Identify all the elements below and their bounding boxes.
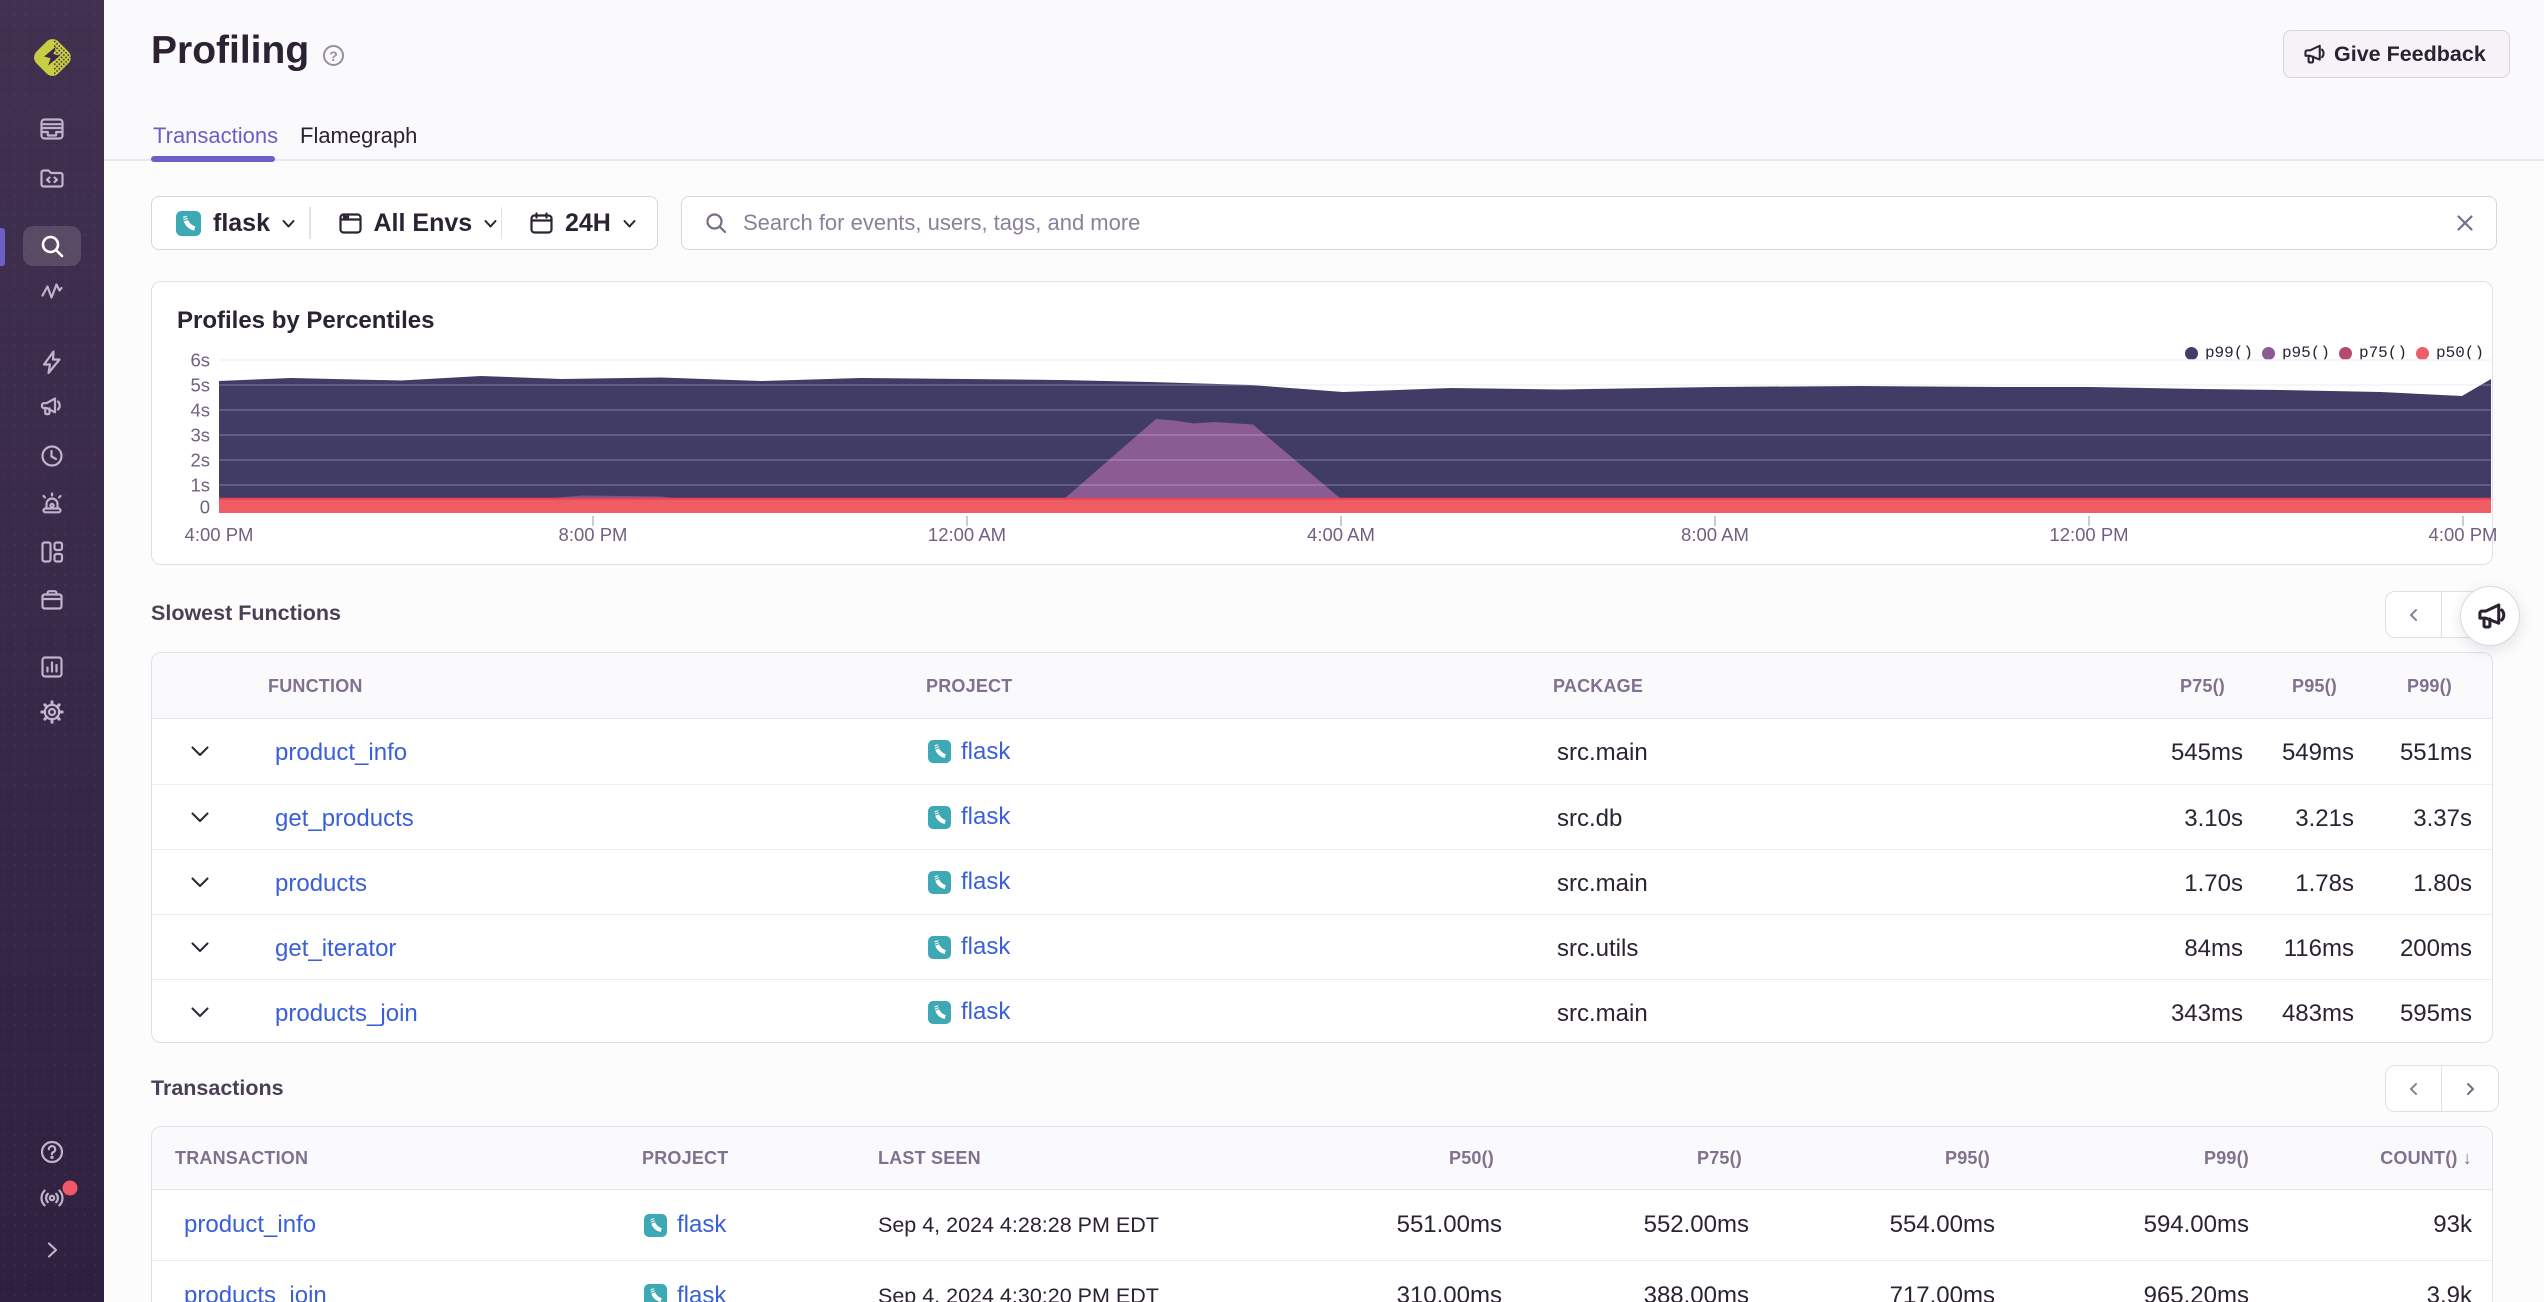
svg-text:4:00 PM: 4:00 PM bbox=[185, 524, 254, 545]
svg-text:0: 0 bbox=[200, 497, 210, 518]
svg-text:4s: 4s bbox=[190, 400, 210, 421]
svg-text:4:00 AM: 4:00 AM bbox=[1307, 524, 1375, 545]
svg-text:4:00 PM: 4:00 PM bbox=[2429, 524, 2498, 545]
svg-text:6s: 6s bbox=[190, 350, 210, 371]
svg-text:1s: 1s bbox=[190, 475, 210, 496]
svg-text:8:00 PM: 8:00 PM bbox=[559, 524, 628, 545]
svg-text:3s: 3s bbox=[190, 425, 210, 446]
svg-text:12:00 PM: 12:00 PM bbox=[2049, 524, 2128, 545]
svg-text:12:00 AM: 12:00 AM bbox=[928, 524, 1006, 545]
svg-text:5s: 5s bbox=[190, 375, 210, 396]
svg-text:8:00 AM: 8:00 AM bbox=[1681, 524, 1749, 545]
svg-text:2s: 2s bbox=[190, 450, 210, 471]
